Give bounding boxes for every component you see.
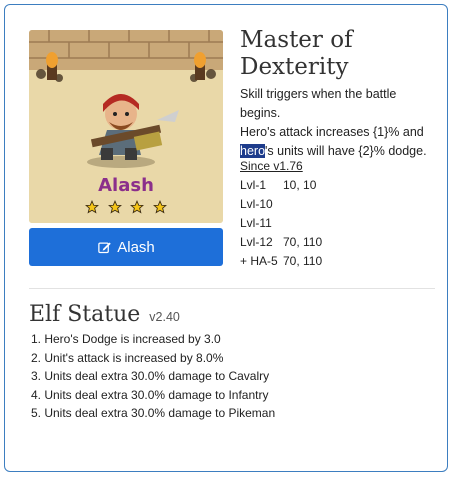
hero-card: Alash Alash Master of Dexterity Skill tr… (4, 4, 448, 472)
skill-desc-line2: Hero's attack increases {1}% and (240, 125, 424, 139)
statue-version: v2.40 (149, 310, 180, 324)
selected-text: hero (240, 144, 266, 158)
level-row: + HA-5 70, 110 (240, 252, 440, 271)
level-row: Lvl-1 10, 10 (240, 176, 440, 195)
star-rating (29, 200, 223, 219)
level-label: Lvl-11 (240, 216, 272, 230)
level-value: 70, 110 (283, 254, 323, 268)
star-icon (85, 200, 100, 214)
skill-levels: Since v1.76 Lvl-1 10, 10 Lvl-10 Lvl-11 Lv… (240, 157, 440, 271)
since-version-link[interactable]: Since v1.76 (240, 157, 440, 176)
star-icon (130, 200, 145, 214)
statue-title: Elf Statue v2.40 (29, 302, 180, 327)
level-label: Lvl-12 (240, 235, 273, 249)
level-row: Lvl-12 70, 110 (240, 233, 440, 252)
level-label: Lvl-1 (240, 178, 267, 192)
level-label: + HA-5 (240, 254, 278, 268)
star-icon (107, 200, 122, 214)
hero-portrait: Alash (29, 30, 223, 223)
hero-edit-button[interactable]: Alash (29, 228, 223, 266)
hero-name: Alash (98, 175, 154, 196)
skill-description: Skill triggers when the battle begins. H… (240, 85, 440, 161)
effect-item: 2. Unit's attack is increased by 8.0% (31, 350, 224, 365)
statue-effects-list: 1. Hero's Dodge is increased by 3.0 2. U… (31, 330, 275, 423)
effect-item: 4. Units deal extra 30.0% damage to Infa… (31, 387, 269, 402)
section-divider (29, 288, 435, 289)
skill-title-line2: Dexterity (240, 54, 349, 80)
level-value: 70, 110 (283, 235, 323, 249)
level-label: Lvl-10 (240, 197, 273, 211)
skill-desc-line1: Skill triggers when the battle begins. (240, 87, 397, 120)
level-row: Lvl-10 (240, 195, 440, 214)
skill-title-line1: Master of (240, 27, 353, 53)
hero-button-label: Alash (117, 238, 155, 256)
skill-title: Master of Dexterity (240, 27, 440, 81)
effect-item: 1. Hero's Dodge is increased by 3.0 (31, 332, 221, 346)
effect-item: 5. Units deal extra 30.0% damage to Pike… (31, 406, 276, 420)
star-icon (152, 200, 167, 214)
skill-desc-line3-rest: 's units will have {2}% dodge. (265, 144, 427, 158)
effect-item: 3. Units deal extra 30.0% damage to Cava… (31, 369, 270, 383)
edit-icon (98, 242, 111, 253)
level-row: Lvl-11 (240, 214, 440, 233)
level-value: 10, 10 (283, 178, 317, 192)
statue-name: Elf Statue (29, 302, 141, 327)
